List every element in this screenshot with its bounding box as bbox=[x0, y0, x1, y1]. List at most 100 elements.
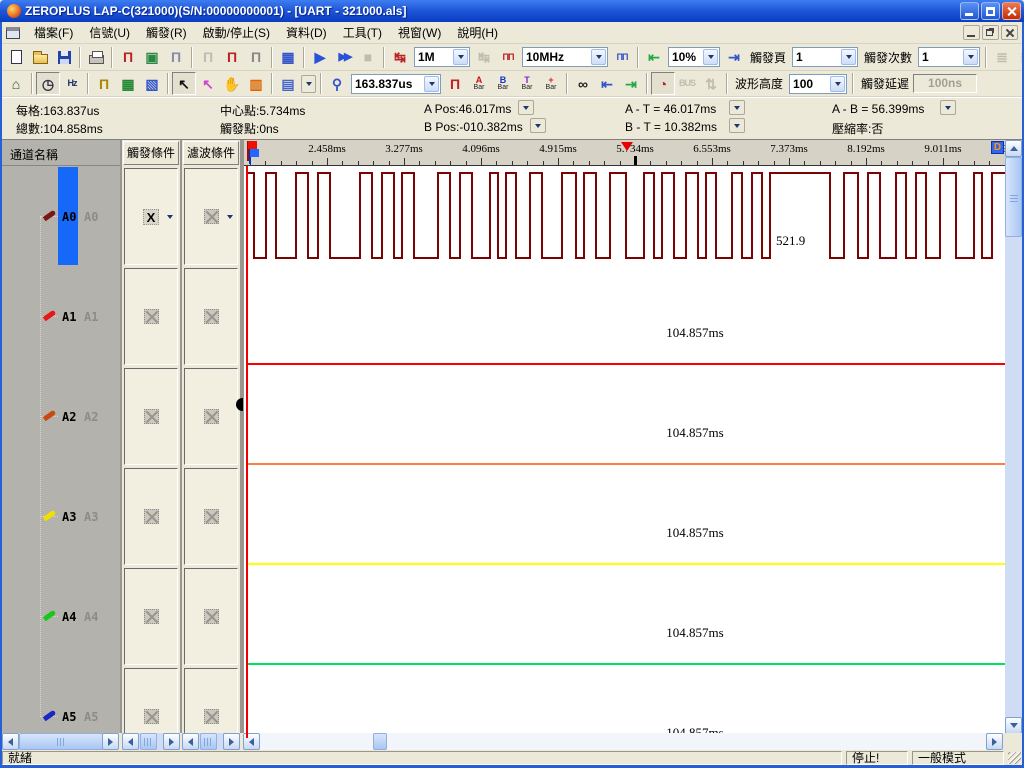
filter-column-scrollbar[interactable] bbox=[182, 733, 240, 750]
channel-row-a4[interactable]: A4A4 bbox=[2, 567, 120, 667]
trigger-count-dropdown[interactable] bbox=[963, 49, 978, 65]
navigator-home-button[interactable]: ⌂ bbox=[4, 72, 28, 95]
scroll-right-button[interactable] bbox=[986, 733, 1003, 750]
channel-name[interactable]: A3 bbox=[62, 510, 76, 524]
memory-depth-dropdown[interactable] bbox=[453, 49, 468, 65]
prev-memory-view-button[interactable]: ↹ bbox=[388, 46, 412, 69]
channel-row-a1[interactable]: A1A1 bbox=[2, 267, 120, 367]
port-setup-button[interactable]: ▣ bbox=[140, 46, 164, 69]
waveform-window-button[interactable]: Π bbox=[92, 72, 116, 95]
trigger-condition-header[interactable]: 觸發條件 bbox=[123, 141, 179, 165]
filter-condition-header[interactable]: 濾波條件 bbox=[183, 141, 239, 165]
b-flag-icon[interactable] bbox=[250, 149, 259, 157]
a4-filter-condition-cell[interactable] bbox=[184, 568, 238, 665]
resize-grip[interactable] bbox=[1008, 752, 1021, 764]
scroll-left-button[interactable] bbox=[182, 733, 199, 750]
wave-zoom-mode-dropdown[interactable] bbox=[301, 75, 316, 93]
channel-row-a0[interactable]: A0A0 bbox=[2, 167, 120, 267]
channel-name[interactable]: A4 bbox=[62, 610, 76, 624]
scroll-right-button[interactable] bbox=[163, 733, 180, 750]
scroll-left-button[interactable] bbox=[122, 733, 139, 750]
save-file-button[interactable] bbox=[52, 46, 76, 69]
t-bar-button[interactable]: TBar bbox=[515, 72, 539, 95]
a3-trigger-condition-cell[interactable] bbox=[124, 468, 178, 565]
open-file-button[interactable] bbox=[28, 46, 52, 69]
zoom-tool-button[interactable]: ⚲ bbox=[325, 72, 349, 95]
sampling-setup-button[interactable]: Π bbox=[116, 46, 140, 69]
b-pos-dropdown[interactable] bbox=[530, 118, 546, 133]
menu-help[interactable]: 說明(H) bbox=[449, 21, 506, 44]
run-repetitive-button[interactable]: ▶▶ bbox=[332, 46, 356, 69]
menu-trigger[interactable]: 觸發(R) bbox=[138, 21, 195, 44]
time-division-dropdown[interactable] bbox=[424, 76, 439, 92]
menu-run-stop[interactable]: 啟動/停止(S) bbox=[195, 21, 278, 44]
a4-trigger-condition-cell[interactable] bbox=[124, 568, 178, 665]
width-trigger-button[interactable]: Π bbox=[244, 46, 268, 69]
waveform-area[interactable]: 521.9104.857ms104.857ms104.857ms104.857m… bbox=[244, 140, 1005, 733]
trigger-position-dropdown[interactable] bbox=[703, 49, 718, 65]
a0-filter-condition-cell[interactable] bbox=[184, 168, 238, 265]
waveform-scrollbar[interactable] bbox=[243, 733, 1003, 750]
t-flag-icon[interactable] bbox=[248, 141, 257, 149]
scroll-left-button[interactable] bbox=[2, 733, 19, 750]
channel-name[interactable]: A5 bbox=[62, 710, 76, 724]
scroll-right-button[interactable] bbox=[102, 733, 119, 750]
a-b-dropdown[interactable] bbox=[940, 100, 956, 115]
new-file-button[interactable] bbox=[4, 46, 28, 69]
trigger-property-button[interactable]: Π bbox=[164, 46, 188, 69]
add-bar-button[interactable]: +Bar bbox=[539, 72, 563, 95]
pointer-tool-button[interactable]: ↖ bbox=[172, 72, 196, 95]
menu-tools[interactable]: 工具(T) bbox=[335, 21, 390, 44]
measurement-tool-button[interactable]: ▥ bbox=[244, 72, 268, 95]
scroll-down-button[interactable] bbox=[1005, 717, 1022, 733]
close-button[interactable] bbox=[1002, 2, 1021, 20]
a5-filter-condition-cell[interactable] bbox=[184, 668, 238, 733]
b-bar-button[interactable]: BBar bbox=[491, 72, 515, 95]
time-display-button[interactable]: ◷ bbox=[36, 72, 60, 95]
vertical-scroll-thumb[interactable] bbox=[1005, 157, 1022, 237]
trigger-page-dropdown[interactable] bbox=[841, 49, 856, 65]
maximize-button[interactable] bbox=[981, 2, 1000, 20]
trigger-pos-inc-button[interactable]: ⇥ bbox=[722, 46, 746, 69]
listing-window-button[interactable]: ▦ bbox=[116, 72, 140, 95]
run-single-button[interactable]: ▶ bbox=[308, 46, 332, 69]
scroll-thumb[interactable] bbox=[373, 733, 387, 750]
a2-filter-condition-cell[interactable] bbox=[184, 368, 238, 465]
menu-file[interactable]: 檔案(F) bbox=[26, 21, 81, 44]
mdi-minimize-button[interactable] bbox=[963, 25, 980, 40]
sampling-wave-red-button[interactable]: ΠΠ bbox=[496, 46, 520, 69]
navigation-window-button[interactable]: ▧ bbox=[140, 72, 164, 95]
pulse-width-trigger-button[interactable]: Π bbox=[220, 46, 244, 69]
select-tool-button[interactable]: ↖ bbox=[196, 72, 220, 95]
b-t-dropdown[interactable] bbox=[729, 118, 745, 133]
panel-splitter-handle[interactable] bbox=[236, 398, 243, 411]
menu-window[interactable]: 視窗(W) bbox=[390, 21, 449, 44]
frequency-display-button[interactable]: Hz bbox=[60, 72, 84, 95]
goto-trigger-button[interactable]: Π bbox=[443, 72, 467, 95]
mdi-restore-button[interactable] bbox=[982, 25, 999, 40]
vertical-scrollbar[interactable] bbox=[1005, 140, 1022, 733]
a2-trigger-condition-cell[interactable] bbox=[124, 368, 178, 465]
menu-signal[interactable]: 信號(U) bbox=[81, 21, 138, 44]
scroll-thumb[interactable] bbox=[140, 733, 157, 750]
trigger-pos-dec-button[interactable]: ⇤ bbox=[642, 46, 666, 69]
memory-depth-combo[interactable]: 1M bbox=[414, 47, 470, 67]
mdi-close-button[interactable] bbox=[1001, 25, 1018, 40]
a1-trigger-condition-cell[interactable] bbox=[124, 268, 178, 365]
compression-button[interactable]: ◔ bbox=[651, 72, 675, 95]
minimize-button[interactable] bbox=[960, 2, 979, 20]
wave-height-dropdown[interactable] bbox=[830, 76, 845, 92]
scroll-up-button[interactable] bbox=[1005, 140, 1022, 157]
d-bar-marker[interactable]: D bbox=[991, 141, 1004, 154]
channel-row-a3[interactable]: A3A3 bbox=[2, 467, 120, 567]
a3-filter-condition-cell[interactable] bbox=[184, 468, 238, 565]
trigger-page-combo[interactable]: 1 bbox=[792, 47, 858, 67]
channel-row-a2[interactable]: A2A2 bbox=[2, 367, 120, 467]
scroll-thumb[interactable] bbox=[19, 733, 103, 750]
a1-filter-condition-cell[interactable] bbox=[184, 268, 238, 365]
a0-trigger-condition-cell[interactable]: X bbox=[124, 168, 178, 265]
goto-next-edge-button[interactable]: ⇥ bbox=[619, 72, 643, 95]
a-t-dropdown[interactable] bbox=[729, 100, 745, 115]
trigger-count-combo[interactable]: 1 bbox=[918, 47, 980, 67]
center-position-marker-icon[interactable] bbox=[621, 142, 633, 151]
